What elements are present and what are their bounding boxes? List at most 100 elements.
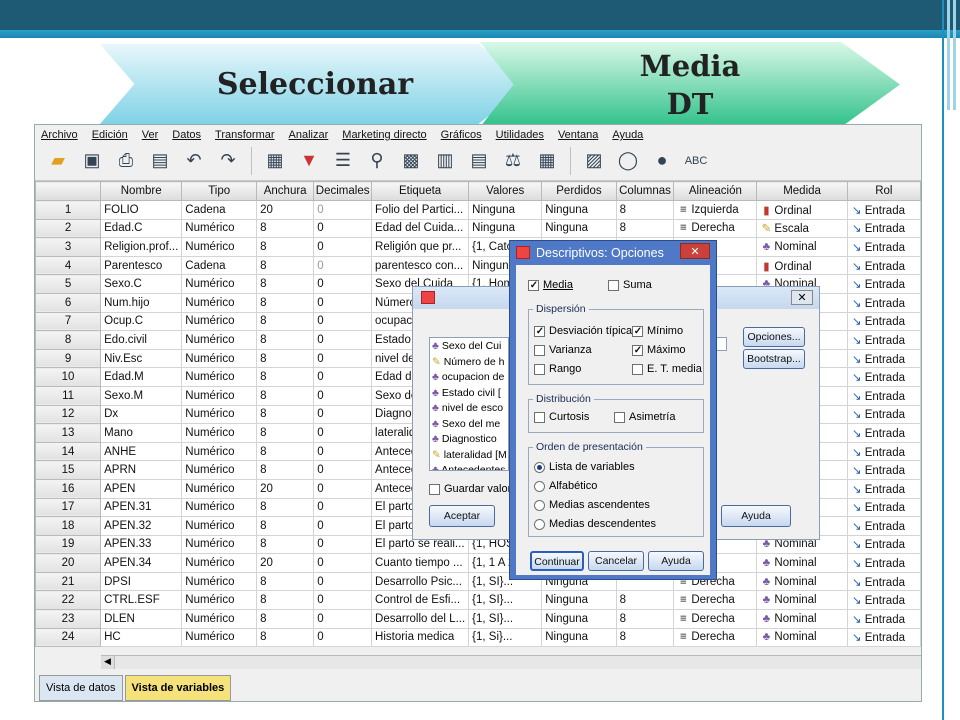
table-cell[interactable]: ↘ Entrada <box>846 255 921 276</box>
use-sets-icon[interactable]: ◯ <box>615 148 641 174</box>
row-number[interactable]: 21 <box>35 571 102 592</box>
table-cell[interactable]: 0 <box>313 590 373 611</box>
table-cell[interactable]: ♣ Nominal <box>756 237 848 257</box>
list-item[interactable]: ✎ Número de h <box>432 356 506 372</box>
table-cell[interactable]: Ninguna <box>468 200 543 220</box>
table-cell[interactable]: Ninguna <box>541 590 617 611</box>
table-cell[interactable]: DPSI <box>100 571 183 592</box>
table-cell[interactable]: ↘ Entrada <box>846 571 921 592</box>
tab-variable-view[interactable]: Vista de variables <box>124 675 232 701</box>
et-media-checkbox-box[interactable] <box>632 363 643 375</box>
row-number[interactable]: 3 <box>35 237 102 257</box>
asimetria-checkbox[interactable]: Asimetría <box>614 411 675 423</box>
asc-radio-dot[interactable] <box>534 499 545 511</box>
table-row[interactable]: 24 HC Numérico 8 0 Historia medica {1, Si}... N… <box>35 627 921 648</box>
table-cell[interactable]: Numérico <box>181 516 258 536</box>
menu-item[interactable]: Marketing directo <box>342 129 426 141</box>
table-cell[interactable]: Niv.Esc <box>100 348 183 369</box>
row-number[interactable]: 7 <box>35 311 102 332</box>
table-cell[interactable]: 8 <box>256 571 315 592</box>
list-item[interactable]: ♣ Sexo del me <box>432 418 506 434</box>
table-cell[interactable]: 0 <box>313 553 373 573</box>
table-cell[interactable]: Ninguna <box>541 200 617 220</box>
table-cell[interactable]: ↘ Entrada <box>846 516 921 536</box>
table-cell[interactable]: Numérico <box>181 534 258 555</box>
table-cell[interactable]: Numérico <box>181 385 258 406</box>
spell-check-icon[interactable]: ABC <box>683 148 709 174</box>
open-folder-icon[interactable]: ▰ <box>45 148 71 174</box>
table-cell[interactable]: ▮ Ordinal <box>756 200 848 220</box>
opciones-button[interactable]: Opciones... <box>743 327 805 347</box>
column-header[interactable]: Tipo <box>181 181 258 201</box>
et-media-checkbox[interactable]: E. T. media <box>632 363 702 375</box>
row-number[interactable]: 13 <box>35 423 102 443</box>
value-labels-icon[interactable]: ▨ <box>581 148 607 174</box>
menu-item[interactable]: Analizar <box>289 129 329 141</box>
table-cell[interactable]: ♣ Nominal <box>756 627 848 648</box>
table-cell[interactable]: 8 <box>256 274 315 294</box>
table-cell[interactable]: ▮ Ordinal <box>756 255 848 276</box>
select-cases-icon[interactable]: ▦ <box>534 148 560 174</box>
table-cell[interactable]: ↘ Entrada <box>846 292 921 313</box>
table-cell[interactable]: Numérico <box>181 218 258 239</box>
medias-descendentes-radio[interactable]: Medias descendentes <box>534 518 656 530</box>
table-cell[interactable]: Cuanto tiempo ... <box>371 553 470 573</box>
list-item[interactable]: ♣ Estado civil [ <box>432 387 506 403</box>
table-cell[interactable]: ≡ Derecha <box>673 627 758 648</box>
table-cell[interactable]: 8 <box>256 497 315 518</box>
menu-item[interactable]: Utilidades <box>496 129 544 141</box>
table-cell[interactable]: ≡ Derecha <box>673 590 758 611</box>
row-number[interactable]: 9 <box>35 348 102 369</box>
table-cell[interactable]: 0 <box>313 311 373 332</box>
table-cell[interactable]: 0 <box>313 571 373 592</box>
table-cell[interactable]: ↘ Entrada <box>846 274 921 294</box>
maximo-checkbox-box[interactable] <box>632 344 643 356</box>
column-header[interactable] <box>35 181 102 201</box>
undo-icon[interactable]: ↶ <box>181 148 207 174</box>
table-cell[interactable]: 8 <box>256 441 315 462</box>
rango-checkbox[interactable]: Rango <box>534 363 581 375</box>
column-header[interactable]: Alineación <box>673 181 758 201</box>
table-cell[interactable]: {1, Si}... <box>468 627 543 648</box>
row-number[interactable]: 14 <box>35 441 102 462</box>
table-cell[interactable]: Control de Esfi... <box>371 590 470 611</box>
table-cell[interactable]: ↘ Entrada <box>846 200 921 220</box>
table-row[interactable]: 1 FOLIO Cadena 20 0 Folio del Partici... Ningu… <box>35 200 921 220</box>
table-cell[interactable]: Desarrollo del L... <box>371 609 470 629</box>
horizontal-scrollbar[interactable]: ◀ <box>101 655 921 669</box>
insert-variable-icon[interactable]: ▥ <box>432 148 458 174</box>
table-cell[interactable]: 8 <box>615 627 675 648</box>
table-cell[interactable]: 0 <box>313 609 373 629</box>
desc-radio-dot[interactable] <box>534 518 545 530</box>
table-cell[interactable]: ANHE <box>100 441 183 462</box>
table-cell[interactable]: ↘ Entrada <box>846 478 921 499</box>
table-cell[interactable]: 8 <box>256 218 315 239</box>
redo-icon[interactable]: ↷ <box>215 148 241 174</box>
row-number[interactable]: 1 <box>35 200 102 220</box>
table-cell[interactable]: Ninguna <box>541 609 617 629</box>
row-number[interactable]: 18 <box>35 516 102 536</box>
table-cell[interactable]: 0 <box>313 255 373 276</box>
insert-case-icon[interactable]: ▩ <box>398 148 424 174</box>
table-cell[interactable]: ≡ Derecha <box>673 218 758 239</box>
table-cell[interactable]: 0 <box>313 516 373 536</box>
table-cell[interactable]: Numérico <box>181 590 258 611</box>
table-cell[interactable]: APEN.33 <box>100 534 183 555</box>
row-number[interactable]: 12 <box>35 404 102 425</box>
table-cell[interactable]: 8 <box>256 311 315 332</box>
table-cell[interactable]: 8 <box>256 516 315 536</box>
table-row[interactable]: 3 Religion.prof... Numérico 8 0 Religión que … <box>35 237 921 257</box>
table-cell[interactable]: APEN.34 <box>100 553 183 573</box>
aceptar-button[interactable]: Aceptar <box>429 505 495 527</box>
table-cell[interactable]: ↘ Entrada <box>846 441 921 462</box>
table-cell[interactable]: Parentesco <box>100 255 183 276</box>
curtosis-checkbox-box[interactable] <box>534 411 545 423</box>
goto-case-icon[interactable]: ▦ <box>262 148 288 174</box>
table-cell[interactable]: Numérico <box>181 441 258 462</box>
row-number[interactable]: 22 <box>35 590 102 611</box>
table-cell[interactable]: 0 <box>313 534 373 555</box>
minimo-checkbox-box[interactable] <box>632 325 643 337</box>
scroll-left-icon[interactable]: ◀ <box>101 656 115 669</box>
split-file-icon[interactable]: ▤ <box>466 148 492 174</box>
table-cell[interactable]: 0 <box>313 627 373 648</box>
